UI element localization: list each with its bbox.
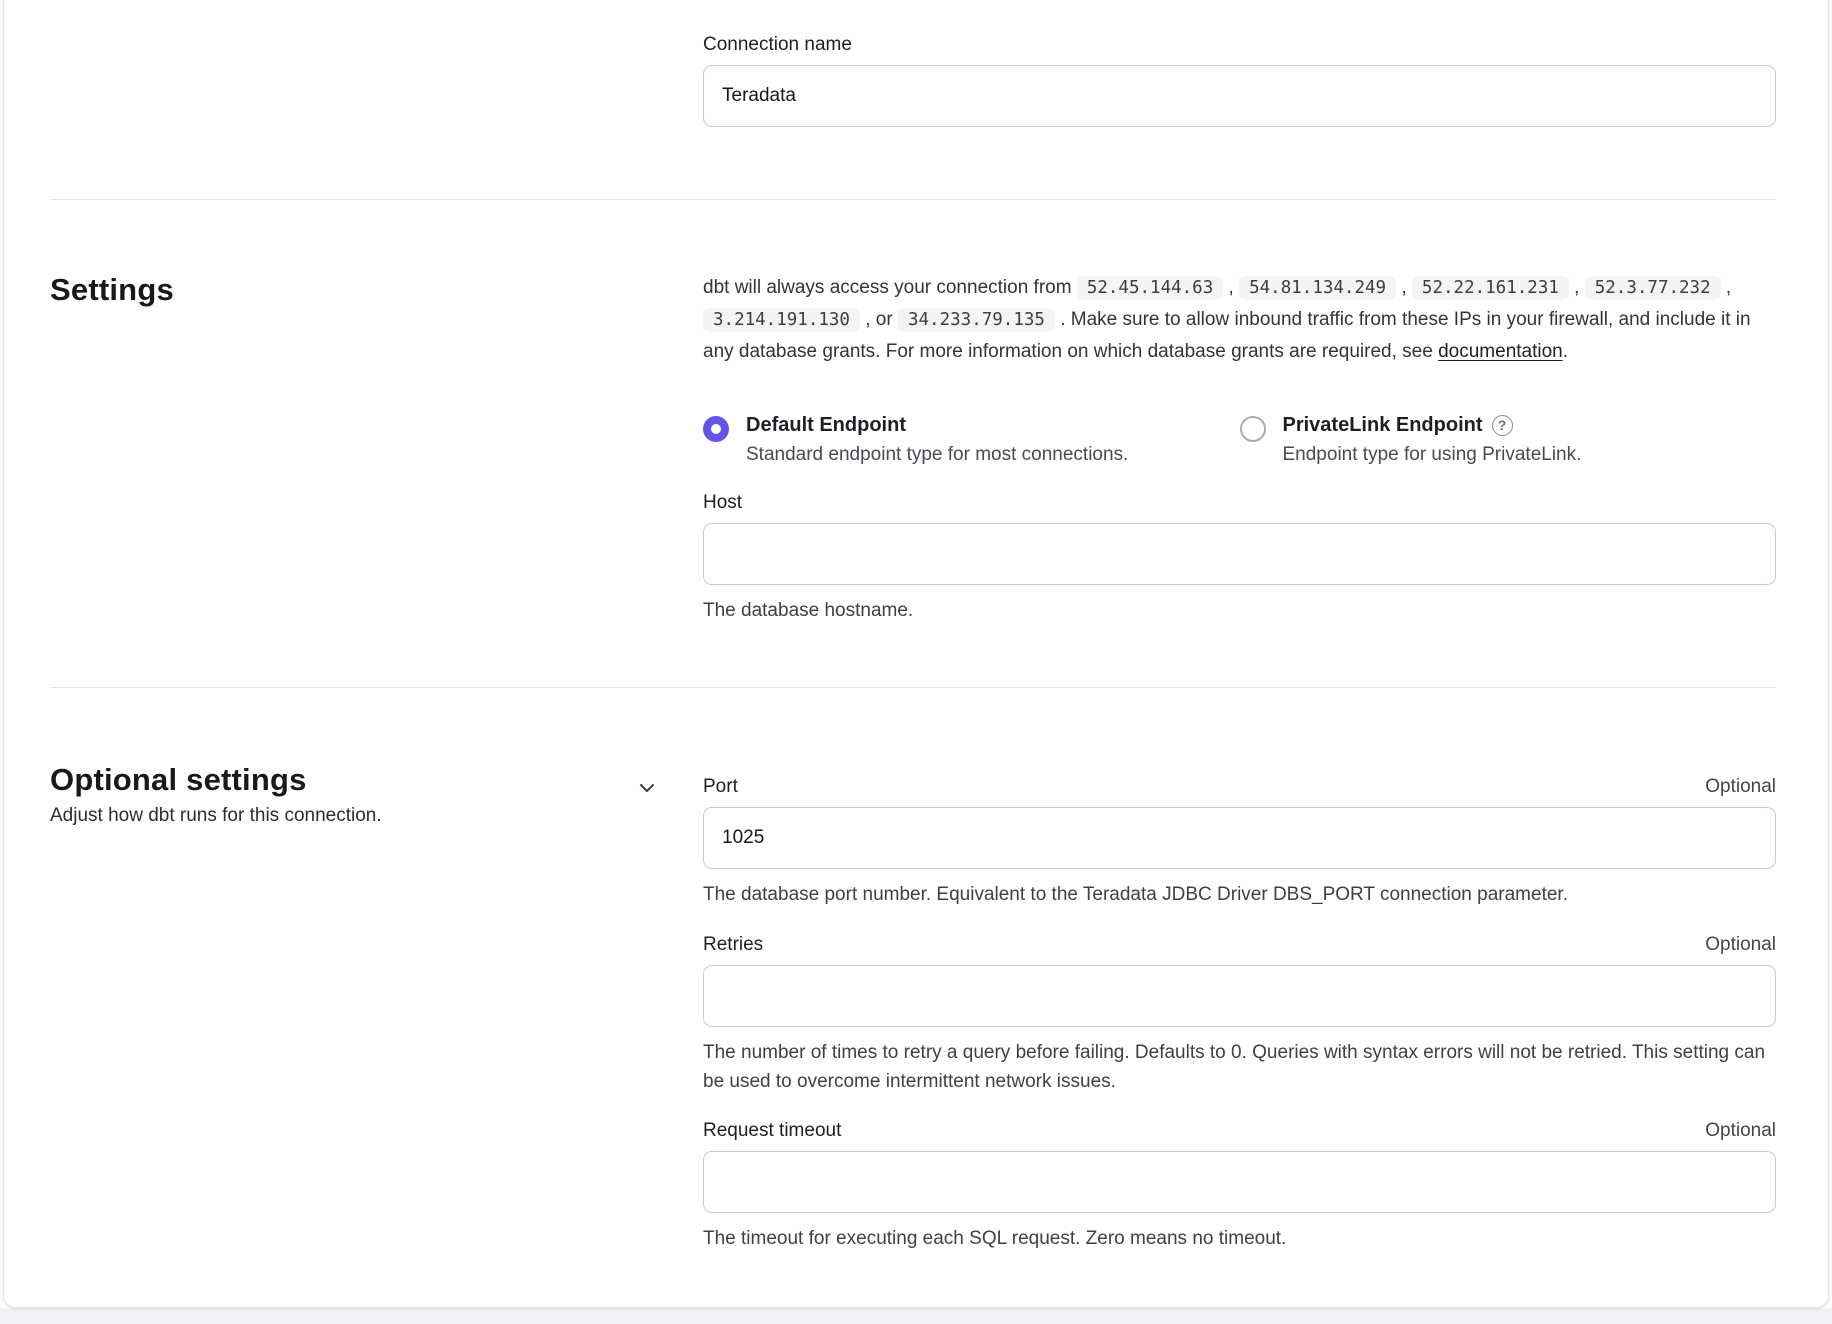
endpoint-radio-group: Default Endpoint Standard endpoint type … bbox=[703, 414, 1776, 466]
settings-heading: Settings bbox=[50, 272, 659, 308]
optional-settings-section: Optional settings Adjust how dbt runs fo… bbox=[50, 688, 1776, 1254]
radio-description: Standard endpoint type for most connecti… bbox=[746, 444, 1128, 466]
connection-name-label: Connection name bbox=[703, 34, 1776, 56]
radio-privatelink-endpoint[interactable]: PrivateLink Endpoint ? Endpoint type for… bbox=[1240, 414, 1777, 466]
port-label: Port bbox=[703, 776, 738, 798]
retries-helper-text: The number of times to retry a query bef… bbox=[703, 1038, 1776, 1097]
radio-label: PrivateLink Endpoint ? bbox=[1283, 414, 1582, 437]
request-timeout-field: Request timeout Optional The timeout for… bbox=[703, 1120, 1776, 1253]
port-optional-badge: Optional bbox=[1705, 776, 1776, 798]
port-field: Port Optional The database port number. … bbox=[703, 776, 1776, 909]
ip-paragraph: dbt will always access your connection f… bbox=[703, 272, 1776, 368]
request-timeout-input[interactable] bbox=[703, 1151, 1776, 1213]
host-field: Host The database hostname. bbox=[703, 492, 1776, 625]
connection-name-left-spacer bbox=[50, 34, 703, 127]
connection-name-section: Connection name bbox=[50, 0, 1776, 199]
port-input[interactable] bbox=[703, 807, 1776, 869]
connection-settings-card: Connection name Settings dbt will always… bbox=[3, 0, 1829, 1308]
radio-unselected-icon[interactable] bbox=[1240, 416, 1266, 442]
ip-chip: 54.81.134.249 bbox=[1239, 276, 1396, 300]
documentation-link[interactable]: documentation bbox=[1438, 341, 1563, 362]
connection-name-input[interactable] bbox=[703, 65, 1776, 127]
host-input[interactable] bbox=[703, 523, 1776, 585]
page-background-strip bbox=[0, 1308, 1832, 1324]
chevron-down-icon[interactable] bbox=[635, 776, 659, 800]
radio-label-text: PrivateLink Endpoint bbox=[1283, 414, 1483, 437]
ip-chip: 34.233.79.135 bbox=[898, 308, 1055, 332]
host-label: Host bbox=[703, 492, 742, 514]
radio-description: Endpoint type for using PrivateLink. bbox=[1283, 444, 1582, 466]
ip-chip: 52.22.161.231 bbox=[1412, 276, 1569, 300]
radio-label: Default Endpoint bbox=[746, 414, 1128, 437]
retries-label: Retries bbox=[703, 934, 763, 956]
ip-chip: 52.45.144.63 bbox=[1077, 276, 1223, 300]
request-timeout-optional-badge: Optional bbox=[1705, 1120, 1776, 1142]
host-helper-text: The database hostname. bbox=[703, 596, 1776, 625]
radio-default-endpoint[interactable]: Default Endpoint Standard endpoint type … bbox=[703, 414, 1240, 466]
ip-chip: 3.214.191.130 bbox=[703, 308, 860, 332]
help-icon[interactable]: ? bbox=[1492, 415, 1513, 436]
optional-settings-heading: Optional settings bbox=[50, 762, 382, 798]
retries-optional-badge: Optional bbox=[1705, 934, 1776, 956]
radio-selected-icon[interactable] bbox=[703, 416, 729, 442]
optional-settings-subheading: Adjust how dbt runs for this connection. bbox=[50, 805, 382, 827]
request-timeout-label: Request timeout bbox=[703, 1120, 841, 1142]
port-helper-text: The database port number. Equivalent to … bbox=[703, 880, 1776, 909]
request-timeout-helper-text: The timeout for executing each SQL reque… bbox=[703, 1224, 1776, 1253]
retries-field: Retries Optional The number of times to … bbox=[703, 934, 1776, 1097]
ip-chip: 52.3.77.232 bbox=[1585, 276, 1721, 300]
retries-input[interactable] bbox=[703, 965, 1776, 1027]
settings-section: Settings dbt will always access your con… bbox=[50, 200, 1776, 687]
